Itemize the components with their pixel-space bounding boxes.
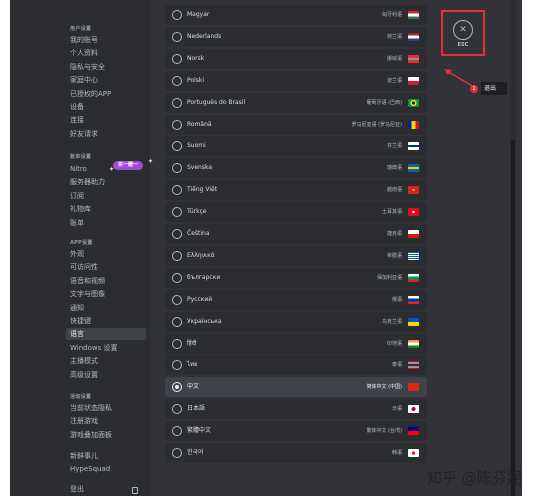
step-badge: 1 [470, 85, 478, 93]
exit-callout: 退出 [481, 82, 507, 95]
annotation-arrow [444, 69, 475, 88]
watermark: 知乎 @陈芬妮 [427, 469, 522, 487]
